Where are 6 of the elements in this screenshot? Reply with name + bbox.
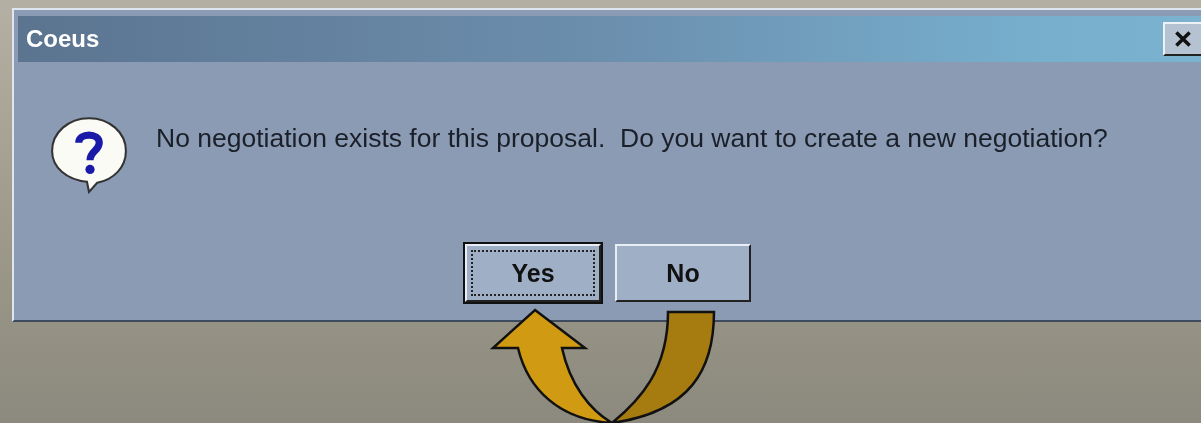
message-text: No negotiation exists for this proposal. Do you want to create a new negotiation?	[156, 122, 1108, 154]
dialog-button[interactable]: No	[615, 244, 751, 302]
window-title: Coeus	[25, 25, 100, 53]
close-button[interactable]	[1163, 22, 1201, 56]
dialog-button[interactable]: Yes	[465, 244, 601, 302]
close-icon	[1172, 28, 1194, 50]
